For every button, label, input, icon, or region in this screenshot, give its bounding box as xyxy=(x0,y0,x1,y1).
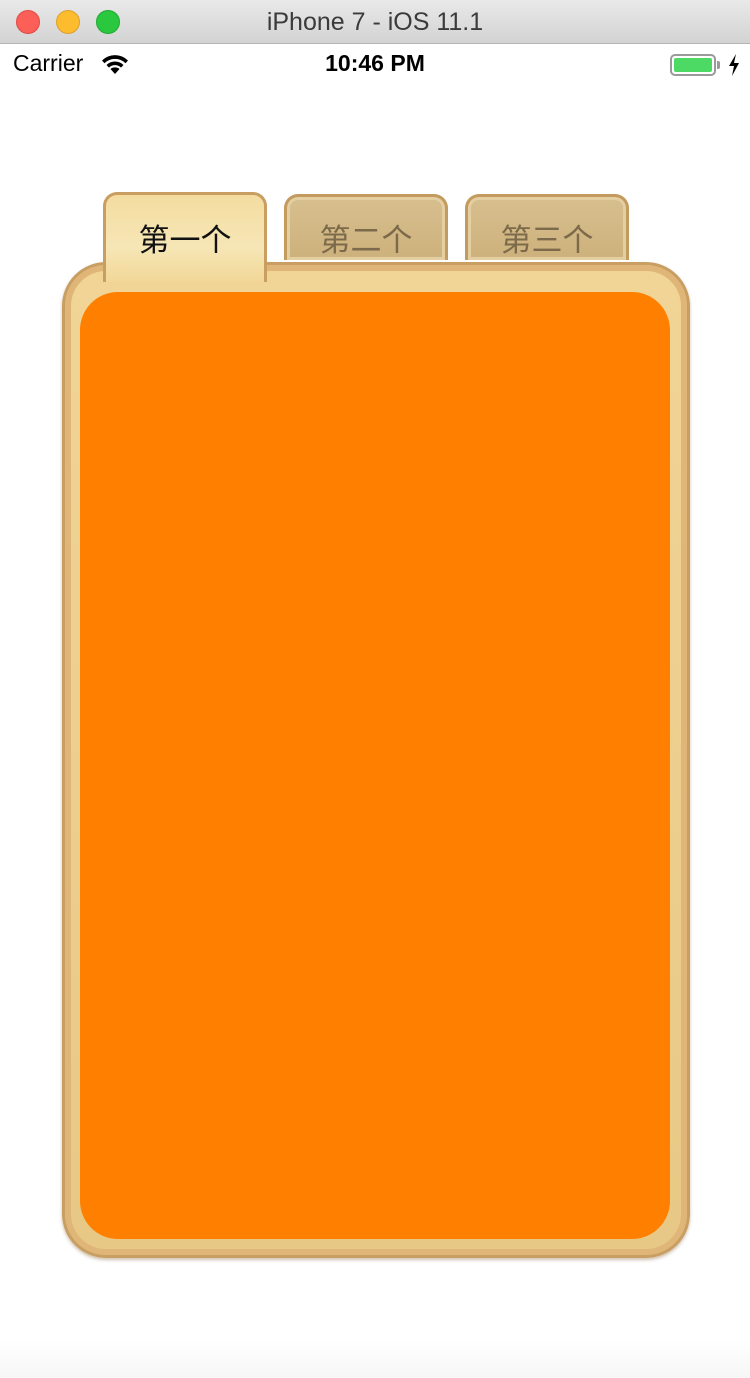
battery-tip xyxy=(717,61,720,69)
bottom-edge xyxy=(0,1340,750,1378)
tab-third-label: 第三个 xyxy=(500,223,594,259)
charging-bolt-icon xyxy=(729,54,739,76)
status-bar: Carrier 10:46 PM xyxy=(0,44,750,86)
status-time: 10:46 PM xyxy=(325,50,425,76)
tab-content-panel xyxy=(80,292,670,1239)
tab-third[interactable]: 第三个 xyxy=(465,194,629,260)
window-title: iPhone 7 - iOS 11.1 xyxy=(266,8,484,36)
tab-second[interactable]: 第二个 xyxy=(284,194,448,260)
battery-icon xyxy=(670,54,716,76)
battery-level xyxy=(674,58,712,72)
tab-second-label: 第二个 xyxy=(319,223,413,259)
tab-first[interactable]: 第一个 xyxy=(103,192,267,282)
tab-first-label: 第一个 xyxy=(138,223,232,259)
simulator-title-bar: iPhone 7 - iOS 11.1 xyxy=(0,0,750,44)
